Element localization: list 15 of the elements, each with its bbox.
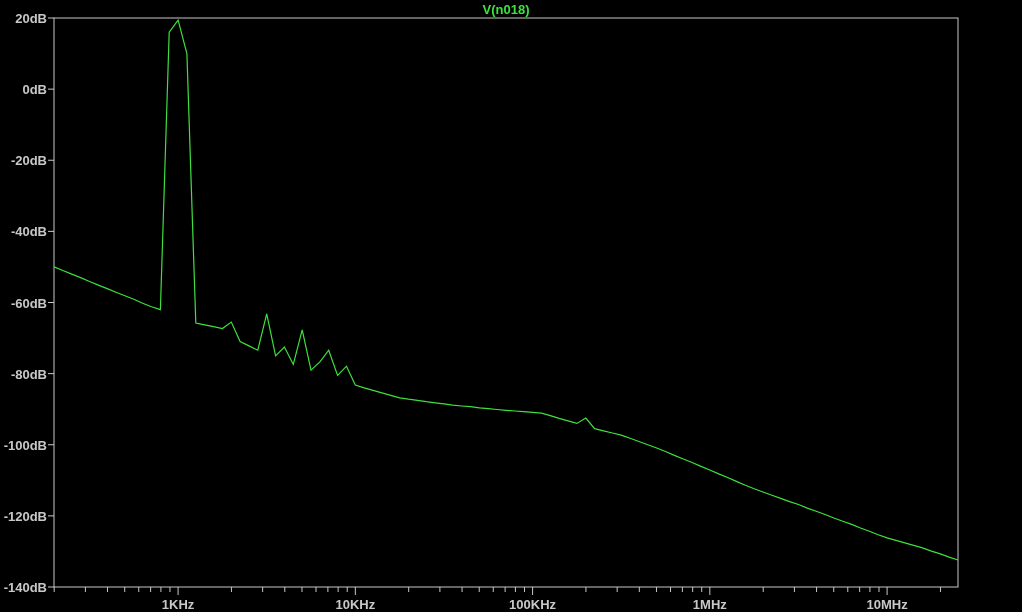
- x-tick-label: 100KHz: [509, 597, 557, 612]
- x-tick-label: 1KHz: [161, 597, 195, 612]
- y-tick-label: -20dB: [10, 153, 47, 169]
- x-tick-label: 10MHz: [866, 597, 908, 612]
- y-tick-label: 0dB: [22, 82, 47, 98]
- y-tick-label: -140dB: [3, 580, 47, 595]
- y-tick-label: -100dB: [3, 437, 47, 453]
- y-tick-label: -120dB: [3, 508, 47, 524]
- x-tick-label: 1MHz: [692, 597, 727, 612]
- y-tick-label: -60dB: [10, 295, 47, 311]
- y-tick-label: -80dB: [10, 366, 47, 382]
- x-tick-label: 10KHz: [335, 597, 376, 612]
- y-tick-label: -40dB: [10, 224, 47, 240]
- y-tick-label: 20dB: [15, 11, 47, 26]
- trace-label: V(n018): [482, 2, 530, 17]
